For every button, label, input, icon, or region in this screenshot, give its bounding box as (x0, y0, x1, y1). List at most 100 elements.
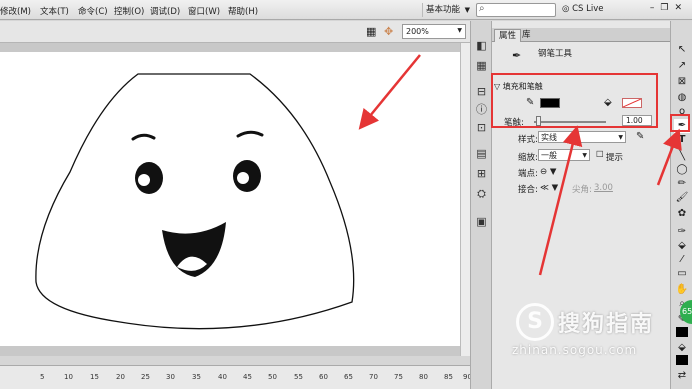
edit-bar: ▦ ✥ 200% ▼ (0, 21, 470, 43)
ruler-tick: 20 (116, 373, 125, 381)
edit-symbols-icon[interactable]: ▦ (366, 25, 376, 38)
pencil-tool-icon[interactable]: ✏ (674, 177, 690, 191)
swap-colors-icon[interactable]: ⇄ (674, 369, 690, 383)
cs-live-icon: ◎ (562, 4, 570, 14)
scale-label: 缩放: (518, 153, 538, 163)
panel-dock: ◧ ▦ ⊟ ⓘ ⊡ ▤ ⊞ ⛭ ▣ (470, 21, 492, 389)
menu-debug[interactable]: 调试(D) (150, 5, 180, 17)
fill-color-chip[interactable] (676, 355, 688, 365)
search-icon: ⌕ (479, 3, 485, 14)
ruler-tick: 10 (64, 373, 73, 381)
ruler-tick: 80 (419, 373, 428, 381)
zoom-select[interactable]: 200% ▼ (402, 24, 466, 39)
motion-presets-icon[interactable]: ⛭ (474, 187, 489, 201)
menu-bar: 修改(M) 文本(T) 命令(C) 控制(O) 调试(D) 窗口(W) 帮助(H… (0, 0, 692, 20)
panel-tabs: 属性 库 (492, 28, 670, 42)
brush-tool-icon[interactable]: 🖌 (674, 191, 690, 205)
eyedropper-tool-icon[interactable]: ⁄ (674, 253, 690, 267)
workspace-switcher[interactable]: 基本功能 ▼ (422, 3, 474, 17)
cap-select[interactable]: ⊖ ▼ (540, 167, 556, 177)
ruler-tick: 35 (192, 373, 201, 381)
hint-label: 提示 (606, 153, 624, 163)
components-icon[interactable]: ⊞ (474, 167, 489, 181)
fill-stroke-highlight-box (491, 73, 658, 128)
miter-value[interactable]: 3.00 (594, 183, 613, 193)
close-icon[interactable]: ✕ (674, 3, 688, 13)
oval-tool-icon[interactable]: ◯ (674, 163, 690, 177)
head-outline (35, 73, 355, 330)
menu-control[interactable]: 控制(O) (114, 5, 144, 17)
scale-value: 一般 (541, 151, 557, 160)
minimize-icon[interactable]: – (650, 3, 661, 13)
join-label: 接合: (518, 185, 538, 195)
chevron-down-icon: ▼ (464, 6, 470, 14)
tab-library[interactable]: 库 (518, 29, 535, 42)
style-value: 实线 (541, 133, 557, 142)
cs-live-button[interactable]: ◎ CS Live (562, 4, 604, 14)
ruler-tick: 55 (294, 373, 303, 381)
info-panel-icon[interactable]: ⓘ (474, 103, 489, 117)
stage-area: ▦ ✥ 200% ▼ (0, 21, 470, 378)
ruler-tick: 85 (444, 373, 453, 381)
history-panel-icon[interactable]: ▣ (474, 215, 489, 229)
miter-label: 尖角: (572, 185, 592, 195)
transform-panel-icon[interactable]: ⊡ (474, 121, 489, 135)
edit-stroke-style-icon[interactable]: ✎ (636, 131, 644, 142)
stroke-color-chip[interactable] (676, 327, 688, 337)
subselection-tool-icon[interactable]: ↗ (674, 59, 690, 73)
menu-commands[interactable]: 命令(C) (78, 5, 108, 17)
left-eye-highlight (138, 174, 150, 186)
menu-window[interactable]: 窗口(W) (188, 5, 220, 17)
line-tool-icon[interactable]: ╲ (674, 149, 690, 163)
character-drawing (35, 73, 355, 330)
style-label: 样式: (518, 135, 538, 145)
tool-name: 钢笔工具 (538, 49, 573, 59)
zoom-value: 200% (406, 27, 429, 36)
align-panel-icon[interactable]: ⊟ (474, 85, 489, 99)
chevron-down-icon: ▼ (582, 152, 587, 159)
eraser-tool-icon[interactable]: ▭ (674, 267, 690, 281)
right-eye-highlight (237, 172, 249, 184)
ruler-tick: 75 (394, 373, 403, 381)
drawing-canvas[interactable] (0, 52, 460, 346)
vertical-scrollbar[interactable] (460, 43, 470, 356)
color-panel-icon[interactable]: ◧ (474, 39, 489, 53)
ruler-tick: 25 (141, 373, 150, 381)
cap-label: 端点: (518, 169, 538, 179)
ruler-tick: 30 (166, 373, 175, 381)
fill-color-tool-icon[interactable]: ⬙ (674, 341, 690, 355)
timeline-ruler[interactable]: 5 10 15 20 25 30 35 40 45 50 55 60 65 70… (0, 365, 472, 389)
3d-rotation-tool-icon[interactable]: ◍ (674, 91, 690, 105)
pen-tool-highlight-box (670, 114, 690, 132)
menu-text[interactable]: 文本(T) (40, 5, 69, 17)
ruler-tick: 65 (344, 373, 353, 381)
ruler-tick: 45 (243, 373, 252, 381)
tools-panel: ↖ ↗ ⊠ ◍ ϙ ✒ T ╲ ◯ ✏ 🖌 ✿ ✑ ⬙ ⁄ ▭ ✋ ⌕ ✎ ⬙ … (670, 21, 692, 389)
edit-scene-icon[interactable]: ✥ (384, 25, 393, 38)
tab-properties[interactable]: 属性 (494, 29, 522, 42)
workspace-label: 基本功能 (426, 5, 461, 15)
cs-live-label: CS Live (572, 4, 604, 14)
deco-tool-icon[interactable]: ✿ (674, 207, 690, 221)
menu-modify[interactable]: 修改(M) (0, 5, 31, 17)
chevron-down-icon: ▼ (618, 134, 623, 141)
join-select[interactable]: ≪ ▼ (540, 183, 558, 193)
style-select[interactable]: 实线 ▼ (538, 131, 626, 143)
window-controls: –❐✕ (650, 3, 688, 13)
pen-tool-icon: ✒ (512, 49, 522, 62)
menu-help[interactable]: 帮助(H) (228, 5, 258, 17)
swatches-panel-icon[interactable]: ▦ (474, 59, 489, 73)
scale-select[interactable]: 一般 ▼ (538, 149, 590, 161)
ruler-tick: 5 (40, 373, 45, 381)
text-tool-icon[interactable]: T (674, 133, 690, 147)
bone-tool-icon[interactable]: ✑ (674, 225, 690, 239)
code-snippets-icon[interactable]: ▤ (474, 147, 489, 161)
help-search-input[interactable]: ⌕ (476, 3, 556, 17)
restore-icon[interactable]: ❐ (660, 3, 674, 13)
hint-checkbox[interactable]: ☐ (596, 150, 604, 160)
selection-tool-icon[interactable]: ↖ (674, 43, 690, 57)
hand-tool-icon[interactable]: ✋ (674, 283, 690, 297)
free-transform-tool-icon[interactable]: ⊠ (674, 75, 690, 89)
ruler-tick: 40 (218, 373, 227, 381)
paint-bucket-tool-icon[interactable]: ⬙ (674, 239, 690, 253)
